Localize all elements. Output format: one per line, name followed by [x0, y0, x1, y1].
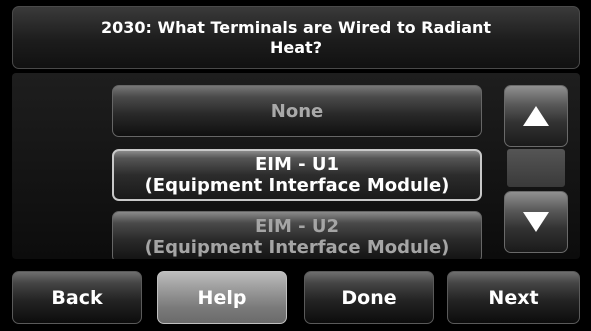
help-button-label: Help [197, 286, 247, 309]
option-none-button[interactable]: None [112, 85, 482, 137]
option-eim-u1-line1: EIM - U1 [254, 154, 340, 175]
scrollbar-thumb[interactable] [507, 149, 565, 187]
option-eim-u2-line1: EIM - U2 [254, 216, 340, 237]
next-button[interactable]: Next [447, 271, 580, 324]
options-panel: None EIM - U1 (Equipment Interface Modul… [12, 73, 580, 259]
back-button-label: Back [51, 286, 103, 309]
help-button[interactable]: Help [157, 271, 287, 324]
option-eim-u1-label: EIM - U1 (Equipment Interface Module) [145, 154, 450, 196]
option-none-label: None [270, 100, 324, 122]
scroll-down-button[interactable] [504, 191, 568, 253]
option-eim-u1-button[interactable]: EIM - U1 (Equipment Interface Module) [112, 149, 482, 201]
done-button[interactable]: Done [304, 271, 434, 324]
scroll-up-button[interactable] [504, 85, 568, 147]
triangle-up-icon [523, 106, 549, 126]
page-title-text: 2030: What Terminals are Wired to Radian… [100, 17, 492, 57]
option-eim-u2-button[interactable]: EIM - U2 (Equipment Interface Module) [112, 211, 482, 259]
done-button-label: Done [341, 286, 397, 309]
next-button-label: Next [488, 286, 539, 309]
triangle-down-icon [523, 212, 549, 232]
thermostat-screen: 2030: What Terminals are Wired to Radian… [0, 0, 591, 331]
back-button[interactable]: Back [12, 271, 142, 324]
option-eim-u2-label: EIM - U2 (Equipment Interface Module) [145, 216, 450, 258]
page-title: 2030: What Terminals are Wired to Radian… [12, 6, 580, 69]
option-eim-u1-line2: (Equipment Interface Module) [144, 175, 450, 196]
option-eim-u2-line2: (Equipment Interface Module) [144, 237, 450, 258]
